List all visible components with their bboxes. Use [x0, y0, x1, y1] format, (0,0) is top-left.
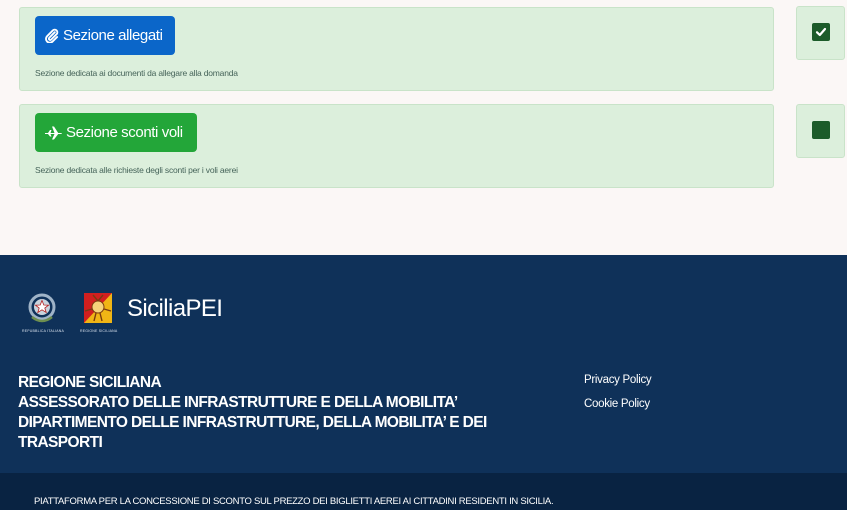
- italian-republic-emblem-icon: [28, 293, 56, 323]
- footer-links: Privacy Policy Cookie Policy: [584, 374, 652, 422]
- sezione-allegati-button[interactable]: Sezione allegati: [35, 16, 175, 55]
- region-line: REGIONE SICILIANA: [18, 374, 162, 391]
- republic-emblem-caption: REPUBBLICA ITALIANA: [22, 329, 65, 333]
- brand-name: SiciliaPEI: [127, 295, 223, 322]
- platform-description: PIATTAFORMA PER LA CONCESSIONE DI SCONTO…: [34, 496, 554, 507]
- sicily-region-emblem-icon: [84, 293, 112, 323]
- region-line: DIPARTIMENTO DELLE INFRASTRUTTURE, DELLA…: [18, 414, 487, 431]
- allegati-checkbox[interactable]: [812, 23, 830, 41]
- footer-bottom-bar: PIATTAFORMA PER LA CONCESSIONE DI SCONTO…: [0, 473, 847, 510]
- sezione-sconti-voli-button[interactable]: Sezione sconti voli: [35, 113, 197, 152]
- check-card-allegati: [796, 6, 845, 60]
- privacy-policy-link[interactable]: Privacy Policy: [584, 374, 652, 386]
- plane-icon: [45, 126, 62, 139]
- section-card-sconti-voli: Sezione sconti voli Sezione dedicata all…: [19, 104, 774, 188]
- region-line: TRASPORTI: [18, 434, 103, 451]
- check-card-sconti-voli: [796, 104, 845, 158]
- sezione-allegati-label: Sezione allegati: [63, 27, 163, 44]
- paperclip-icon: [45, 28, 59, 43]
- sezione-sconti-voli-label: Sezione sconti voli: [66, 124, 183, 141]
- sezione-allegati-description: Sezione dedicata ai documenti da allegar…: [35, 68, 238, 78]
- footer: REPUBBLICA ITALIANA REGIONE SICILIANA Si…: [0, 255, 847, 473]
- check-icon: [815, 27, 827, 37]
- sconti-voli-checkbox[interactable]: [812, 121, 830, 139]
- sicily-emblem-caption: REGIONE SICILIANA: [80, 329, 118, 333]
- cookie-policy-link[interactable]: Cookie Policy: [584, 398, 651, 410]
- region-line: ASSESSORATO DELLE INFRASTRUTTURE E DELLA…: [18, 394, 458, 411]
- section-card-allegati: Sezione allegati Sezione dedicata ai doc…: [19, 7, 774, 91]
- sezione-sconti-voli-description: Sezione dedicata alle richieste degli sc…: [35, 165, 238, 175]
- region-address: REGIONE SICILIANA ASSESSORATO DELLE INFR…: [18, 373, 578, 453]
